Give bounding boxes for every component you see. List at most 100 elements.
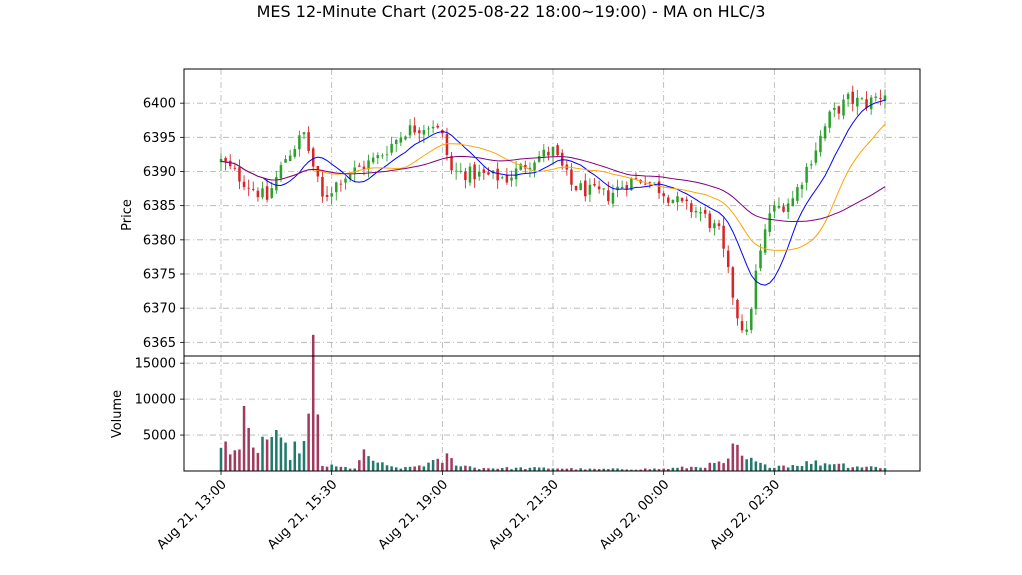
volume-bar [786, 467, 790, 471]
price-y-tick-label: 6375 [143, 268, 176, 283]
candle-body [708, 213, 712, 229]
volume-bar [814, 460, 818, 471]
candle-body [809, 164, 813, 166]
candle-body [593, 184, 596, 186]
volume-bar [537, 467, 541, 471]
candle-body [427, 128, 430, 130]
candle-body [602, 188, 605, 190]
candle-body [325, 194, 329, 197]
candle-body [505, 175, 509, 183]
candle-body [800, 184, 804, 190]
chart-figure: MES 12-Minute Chart (2025-08-22 18:00~19… [110, 2, 921, 553]
volume-bar [344, 467, 347, 471]
candle-body [537, 156, 541, 162]
candle-body [298, 135, 301, 150]
candle-body [547, 151, 550, 156]
volume-y-tick-label: 5000 [143, 429, 176, 444]
candle-body [643, 183, 647, 185]
volume-bar [763, 464, 767, 471]
candle-body [399, 137, 403, 143]
x-tick-label: Aug 22, 02:30 [708, 477, 784, 553]
volume-bar [805, 461, 808, 471]
volume-bar [427, 462, 430, 471]
candle-body [551, 146, 555, 156]
volume-bar [759, 462, 762, 471]
candle-body [330, 193, 333, 197]
volume-bar [542, 467, 546, 471]
volume-bar [224, 441, 227, 471]
volume-y-tick-label: 10000 [135, 393, 176, 408]
candle-body [238, 167, 241, 182]
volume-bar [293, 441, 297, 471]
candle-body [634, 178, 638, 180]
candle-body [358, 165, 361, 167]
candle-body [408, 125, 412, 136]
price-y-tick-label: 6390 [143, 165, 176, 180]
price-y-tick-label: 6370 [143, 302, 176, 317]
candle-body [865, 99, 868, 108]
volume-bar [279, 437, 283, 471]
volume-bar [800, 466, 804, 471]
candle-body [311, 148, 315, 167]
candle-body [823, 126, 827, 139]
volume-bar [708, 462, 712, 471]
volume-bar [505, 467, 509, 471]
candle-body [242, 181, 246, 188]
volume-bar [745, 459, 748, 471]
volume-bar [473, 467, 476, 471]
candle-body [819, 135, 822, 153]
candle-body [777, 205, 781, 208]
candle-body [773, 205, 776, 212]
candle-body [445, 134, 449, 155]
candle-body [722, 225, 725, 249]
candle-body [620, 186, 624, 189]
candle-body [713, 223, 716, 229]
candle-body [454, 170, 458, 172]
candle-body [316, 165, 320, 177]
price-y-tick-label: 6365 [143, 336, 176, 351]
candle-body [418, 130, 421, 134]
price-axis-label: Price [120, 199, 135, 231]
volume-bar [519, 467, 522, 471]
candle-body [261, 188, 264, 198]
volume-bar [413, 466, 416, 471]
volume-bar [436, 458, 439, 471]
volume-bar [713, 462, 716, 471]
candle-body [856, 97, 859, 107]
candle-body [468, 166, 472, 183]
candle-body [570, 169, 573, 185]
volume-bar [694, 467, 698, 471]
candle-body [736, 299, 739, 319]
candle-body [496, 168, 499, 181]
candle-body [560, 152, 564, 166]
volume-bar [256, 452, 260, 471]
volume-bar [722, 463, 725, 471]
volume-bar [856, 466, 859, 471]
candle-body [833, 108, 836, 110]
candle-body [256, 190, 260, 198]
candle-body [404, 136, 407, 140]
volume-bar [284, 442, 287, 471]
volume-bar [809, 463, 813, 471]
candle-body [371, 157, 375, 163]
candle-body [607, 190, 610, 202]
price-y-tick-label: 6380 [143, 233, 176, 248]
volume-bar [782, 465, 785, 471]
candle-body [542, 149, 546, 157]
candle-body [381, 155, 384, 157]
volume-bar [842, 463, 845, 471]
volume-bar [418, 465, 421, 471]
candle-body [270, 188, 273, 198]
volume-bar [311, 334, 315, 471]
volume-bar [242, 405, 246, 471]
volume-bar [390, 466, 393, 471]
volume-bar [252, 447, 255, 471]
candle-body [321, 177, 324, 197]
candle-body [851, 91, 854, 104]
x-tick-label: Aug 21, 19:00 [376, 477, 452, 553]
volume-bar [823, 463, 827, 471]
candle-body [422, 130, 426, 135]
candle-body [335, 182, 338, 193]
candle-body [662, 193, 665, 197]
candle-body [579, 183, 582, 191]
